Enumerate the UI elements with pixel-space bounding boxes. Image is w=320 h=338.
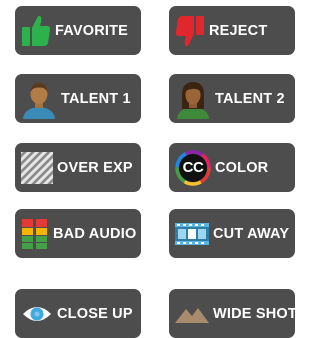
over-exp-label: OVER EXP bbox=[57, 159, 133, 176]
bad-audio-button[interactable]: BAD AUDIO bbox=[15, 209, 141, 258]
thumbs-down-icon bbox=[175, 14, 205, 48]
overexposure-stripes-icon bbox=[21, 151, 53, 184]
wide-shot-label: WIDE SHOT bbox=[213, 305, 297, 322]
cc-color-ring-icon: CC bbox=[175, 149, 211, 186]
talent-2-label: TALENT 2 bbox=[215, 90, 285, 107]
color-button[interactable]: CC COLOR bbox=[169, 143, 295, 192]
talent-1-button[interactable]: TALENT 1 bbox=[15, 74, 141, 123]
over-exp-button[interactable]: OVER EXP bbox=[15, 143, 141, 192]
cut-away-button[interactable]: CUT AWAY bbox=[169, 209, 295, 258]
eye-icon bbox=[21, 302, 53, 326]
bad-audio-label: BAD AUDIO bbox=[53, 225, 137, 242]
person-icon bbox=[21, 79, 57, 119]
color-label: COLOR bbox=[215, 159, 269, 176]
cc-badge-text: CC bbox=[182, 158, 204, 176]
talent-1-label: TALENT 1 bbox=[61, 90, 131, 107]
thumbs-up-icon bbox=[21, 14, 51, 48]
close-up-label: CLOSE UP bbox=[57, 305, 133, 322]
wide-shot-button[interactable]: WIDE SHOT bbox=[169, 289, 297, 338]
audio-meter-icon bbox=[21, 218, 49, 250]
reject-label: REJECT bbox=[209, 22, 268, 39]
favorite-label: FAVORITE bbox=[55, 22, 129, 39]
film-strip-icon bbox=[175, 222, 209, 245]
mountains-icon bbox=[175, 303, 209, 325]
reject-button[interactable]: REJECT bbox=[169, 6, 295, 55]
close-up-button[interactable]: CLOSE UP bbox=[15, 289, 141, 338]
talent-2-button[interactable]: TALENT 2 bbox=[169, 74, 295, 123]
cut-away-label: CUT AWAY bbox=[213, 225, 290, 242]
favorite-button[interactable]: FAVORITE bbox=[15, 6, 141, 55]
person-icon bbox=[175, 79, 211, 119]
